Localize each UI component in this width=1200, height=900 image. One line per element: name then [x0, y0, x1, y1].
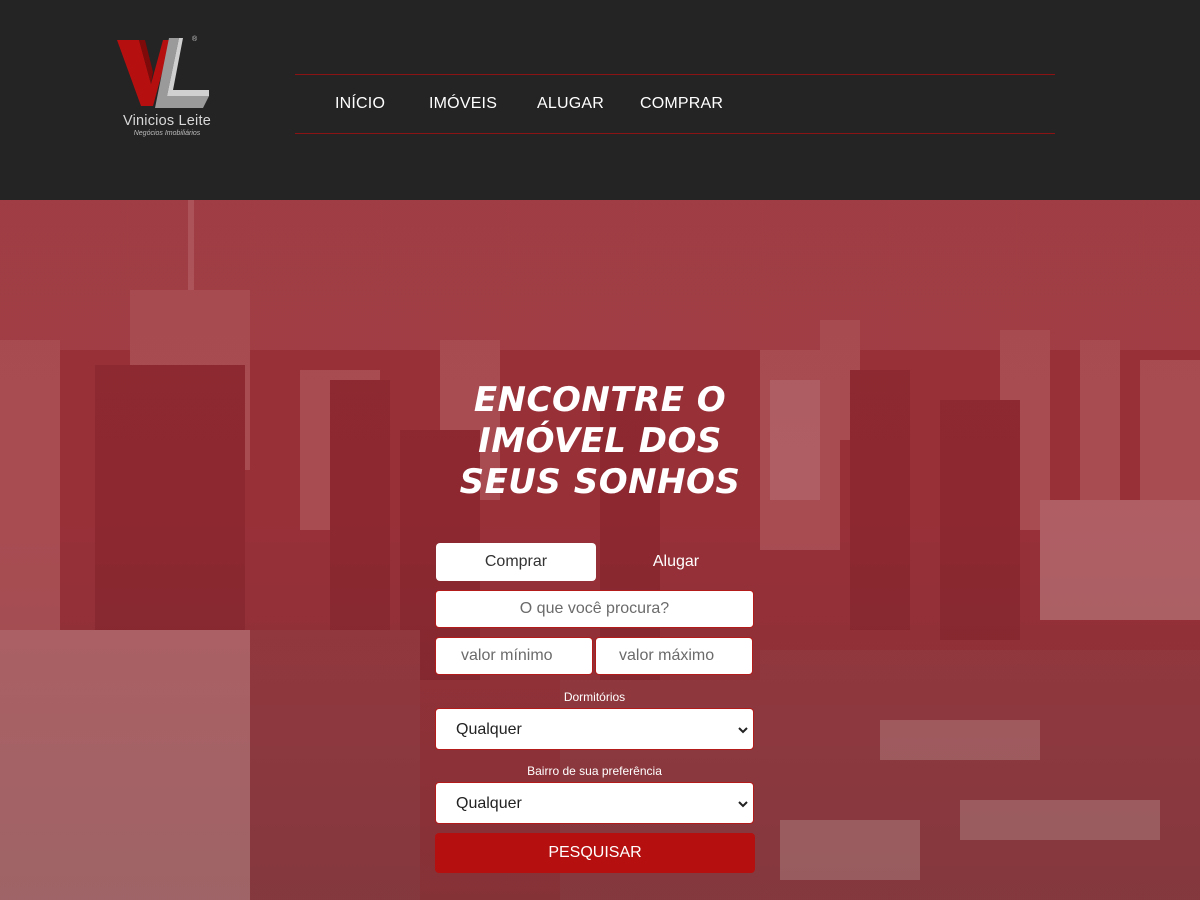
- headline-line-1: ENCONTRE O: [473, 380, 727, 420]
- nav-item-alugar[interactable]: ALUGAR: [537, 95, 604, 113]
- tab-alugar[interactable]: Alugar: [596, 543, 756, 581]
- headline-line-3: SEUS SONHOS: [459, 462, 741, 502]
- nav-item-inicio[interactable]: INÍCIO: [335, 95, 385, 113]
- nav-item-imoveis[interactable]: IMÓVEIS: [429, 95, 497, 113]
- neighborhood-select[interactable]: Qualquer: [435, 782, 754, 824]
- neighborhood-select-value: Qualquer: [456, 795, 522, 812]
- neighborhood-label: Bairro de sua preferência: [527, 764, 662, 778]
- chevron-down-icon: [738, 727, 748, 734]
- search-input[interactable]: [435, 590, 754, 628]
- tab-comprar[interactable]: Comprar: [436, 543, 596, 581]
- brand-name: Vinicios Leite: [123, 113, 211, 129]
- brand-tagline: Negócios Imobiliários: [133, 130, 201, 137]
- brand-logo[interactable]: ® Vinicios Leite Negócios Imobiliários: [112, 36, 222, 146]
- chevron-down-icon: [738, 801, 748, 808]
- site-header: ® Vinicios Leite Negócios Imobiliários I…: [0, 0, 1200, 200]
- bedrooms-label: Dormitórios: [563, 690, 626, 704]
- headline-line-2: IMÓVEL DOS: [478, 421, 722, 461]
- hero-headline: ENCONTRE O IMÓVEL DOS SEUS SONHOS: [400, 380, 800, 503]
- registered-mark: ®: [192, 36, 198, 43]
- nav-item-comprar[interactable]: COMPRAR: [640, 95, 723, 113]
- min-price-input[interactable]: [435, 637, 593, 675]
- bedrooms-select-value: Qualquer: [456, 721, 522, 738]
- search-button[interactable]: PESQUISAR: [435, 833, 755, 873]
- bedrooms-select[interactable]: Qualquer: [435, 708, 754, 750]
- max-price-input[interactable]: [595, 637, 753, 675]
- main-nav: INÍCIO IMÓVEIS ALUGAR COMPRAR: [295, 74, 1055, 134]
- vl-logo-mark: [117, 38, 209, 108]
